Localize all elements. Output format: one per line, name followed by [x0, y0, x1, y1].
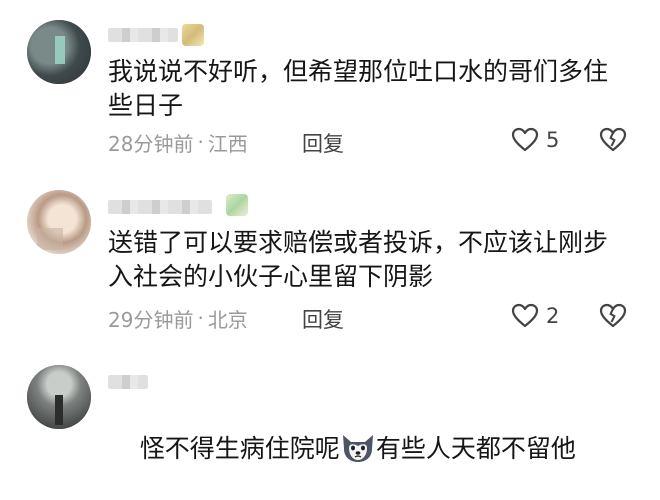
comment-text: 我说说不好听，但希望那位吐口水的哥们多住些日子: [108, 57, 609, 120]
comment-meta: 29分钟前 · 北京: [108, 303, 248, 333]
comment-location: 北京: [207, 307, 248, 332]
heart-outline-icon: [511, 303, 539, 328]
avatar[interactable]: [27, 20, 91, 84]
avatar[interactable]: [27, 365, 91, 429]
comment-item: 送错了可以要求赔偿或者投诉，不应该让刚步入社会的小伙子心里留下阴影 29分钟前 …: [0, 170, 660, 345]
broken-heart-icon: [599, 303, 627, 328]
comment-meta: 28分钟前 · 江西: [108, 127, 248, 157]
reply-button[interactable]: 回复: [302, 304, 344, 334]
username-blurred[interactable]: [108, 200, 212, 214]
comment-time: 28分钟前: [108, 131, 194, 156]
meta-separator: ·: [197, 306, 204, 330]
husky-dog-emoji-icon: [342, 435, 373, 462]
broken-heart-icon: [599, 127, 627, 152]
reply-button[interactable]: 回复: [302, 128, 344, 158]
user-badge: [226, 194, 248, 216]
comment-item: 我说说不好听，但希望那位吐口水的哥们多住些日子 28分钟前 · 江西 回复 5: [0, 0, 660, 170]
like-button[interactable]: 5: [510, 125, 559, 155]
comment-text: 怪不得生病住院呢 有些人天都不留他: [108, 397, 628, 500]
heart-outline-icon: [511, 127, 539, 152]
comment-time: 29分钟前: [108, 307, 194, 332]
comment-text-part: 怪不得生病住院呢: [139, 434, 340, 463]
avatar[interactable]: [27, 190, 91, 254]
comment-text-part: 有些人天都不留他: [375, 434, 576, 463]
username-blurred[interactable]: [108, 375, 148, 389]
dislike-button[interactable]: [598, 125, 628, 159]
dislike-button[interactable]: [598, 301, 628, 335]
user-badge: [182, 24, 204, 46]
like-count: 5: [546, 128, 560, 152]
comment-item: 怪不得生病住院呢 有些人天都不留他: [0, 345, 660, 463]
comment-text: 送错了可以要求赔偿或者投诉，不应该让刚步入社会的小伙子心里留下阴影: [108, 228, 609, 291]
meta-separator: ·: [197, 130, 204, 154]
like-button[interactable]: 2: [510, 301, 559, 331]
username-blurred[interactable]: [108, 28, 178, 42]
like-count: 2: [546, 304, 560, 328]
comment-location: 江西: [207, 131, 248, 156]
